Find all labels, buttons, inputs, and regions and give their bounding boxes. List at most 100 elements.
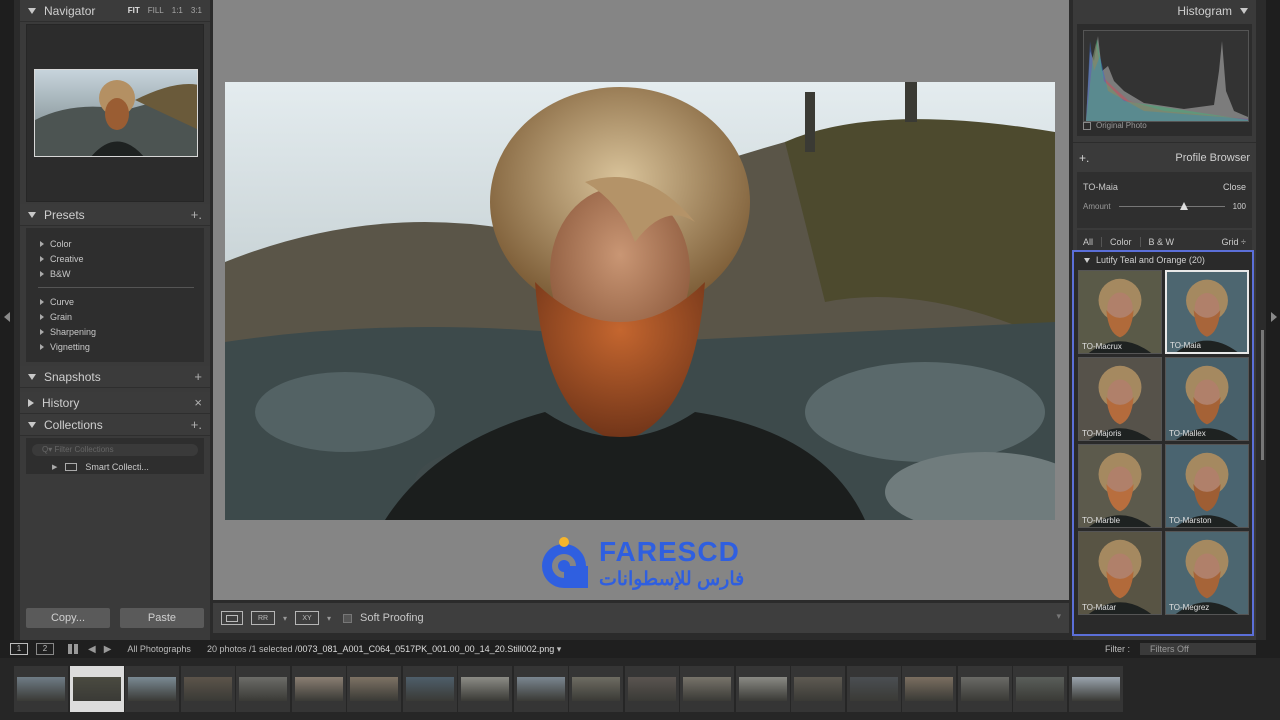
histogram[interactable]: Original Photo <box>1077 24 1252 136</box>
brand-arabic: فارس للإسطوانات <box>599 569 745 590</box>
add-preset-icon[interactable]: +. <box>191 207 202 222</box>
nav-arrows-icon[interactable]: ◀▶ <box>88 644 119 655</box>
profile-tile[interactable]: TO-Marble <box>1078 444 1162 528</box>
thumbnail-image <box>960 677 1009 701</box>
histogram-header[interactable]: Histogram <box>1073 0 1256 22</box>
zoom-fill[interactable]: FILL <box>148 6 164 15</box>
filter-dropdown[interactable]: Filters Off <box>1140 643 1256 655</box>
filmstrip-thumbnail[interactable] <box>902 666 956 712</box>
profile-row: TO-Maia Close <box>1083 178 1246 196</box>
profile-tile[interactable]: TO-Mallex <box>1165 357 1249 441</box>
history-header[interactable]: History × <box>20 392 210 414</box>
collections-box: Q▾ Filter Collections ▶ Smart Collecti..… <box>26 438 204 474</box>
filmstrip-thumbnail[interactable] <box>624 666 679 712</box>
right-panel-scrollbar[interactable] <box>1261 330 1264 460</box>
filmstrip-thumbnail[interactable] <box>957 666 1012 712</box>
presets-header[interactable]: Presets +. <box>20 204 210 226</box>
tab-all[interactable]: All <box>1083 237 1093 247</box>
preset-label: Creative <box>50 253 84 264</box>
profile-tile[interactable]: TO-Macrux <box>1078 270 1162 354</box>
add-collection-icon[interactable]: +. <box>191 417 202 432</box>
preset-label: Curve <box>50 296 75 307</box>
filmstrip-thumbnail[interactable] <box>458 666 512 712</box>
zoom-1-1[interactable]: 1:1 <box>172 6 183 15</box>
navigator-header[interactable]: Navigator FIT FILL 1:1 3:1 <box>20 0 210 22</box>
collections-header[interactable]: Collections +. <box>20 414 210 436</box>
dropdown-icon[interactable]: ▾ <box>327 614 331 623</box>
preset-folder-grain[interactable]: Grain <box>26 309 204 324</box>
zoom-fit[interactable]: FIT <box>128 6 140 15</box>
original-photo-toggle[interactable]: Original Photo <box>1083 121 1147 130</box>
navigator-preview[interactable] <box>26 24 204 202</box>
filmstrip-thumbnail[interactable] <box>291 666 346 712</box>
filmstrip-thumbnail[interactable] <box>1068 666 1123 712</box>
collapse-icon <box>28 373 36 380</box>
filmstrip-thumbnail[interactable] <box>125 666 179 712</box>
filter-label: Filter : <box>1104 644 1130 654</box>
filmstrip-thumbnail[interactable] <box>569 666 623 712</box>
before-after-icon[interactable]: RR <box>251 611 275 625</box>
profile-tile[interactable]: TO-Maia <box>1165 270 1249 354</box>
copy-button[interactable]: Copy... <box>26 608 110 628</box>
checkbox[interactable] <box>1083 121 1091 130</box>
preset-folder-bw[interactable]: B&W <box>26 266 204 281</box>
add-profile-icon[interactable]: +. <box>1079 151 1175 165</box>
tab-color[interactable]: Color <box>1110 237 1132 247</box>
smart-collection-item[interactable]: ▶ Smart Collecti... <box>32 462 198 472</box>
paste-button[interactable]: Paste <box>120 608 204 628</box>
preset-folder-creative[interactable]: Creative <box>26 251 204 266</box>
compare-icon[interactable]: XY <box>295 611 320 625</box>
filter-collections-input[interactable]: Q▾ Filter Collections <box>32 444 198 456</box>
filmstrip-thumbnail[interactable] <box>735 666 790 712</box>
view-mode-dropdown[interactable]: Grid ÷ <box>1222 237 1246 247</box>
filmstrip-thumbnail[interactable] <box>513 666 568 712</box>
image-canvas[interactable] <box>213 0 1069 600</box>
profile-tile[interactable]: TO-Marston <box>1165 444 1249 528</box>
zoom-3-1[interactable]: 3:1 <box>191 6 202 15</box>
add-snapshot-icon[interactable]: + <box>194 369 202 384</box>
clear-history-icon[interactable]: × <box>194 395 202 410</box>
navigator-thumbnail[interactable] <box>34 69 198 157</box>
filmstrip-thumbnail[interactable] <box>791 666 845 712</box>
profile-group-header[interactable]: Lutify Teal and Orange (20) <box>1074 252 1252 268</box>
profile-tile[interactable]: TO-Majoris <box>1078 357 1162 441</box>
profile-tile[interactable]: TO-Matar <box>1078 531 1162 615</box>
left-panel-toggle[interactable] <box>0 0 14 640</box>
divider <box>1101 237 1103 247</box>
main-screen-button[interactable]: 1 <box>10 643 28 655</box>
filmstrip-source[interactable]: All Photographs <box>127 644 191 654</box>
amount-slider[interactable] <box>1118 201 1225 210</box>
original-photo-label: Original Photo <box>1096 121 1147 130</box>
filmstrip-thumbnail[interactable] <box>236 666 290 712</box>
filmstrip-thumbnail[interactable] <box>347 666 401 712</box>
grid-view-icon[interactable] <box>68 644 78 654</box>
close-button[interactable]: Close <box>1223 182 1246 192</box>
slider-knob[interactable] <box>1180 201 1189 210</box>
expand-icon <box>40 255 44 262</box>
filmstrip-thumbnail[interactable] <box>680 666 734 712</box>
collapse-icon <box>28 7 36 14</box>
right-panel-toggle[interactable] <box>1266 0 1280 640</box>
profile-tile[interactable]: TO-Megrez <box>1165 531 1249 615</box>
filmstrip-filename: 0073_081_A001_C064_0517PK_001.00_00_14_2… <box>297 643 555 654</box>
snapshots-header[interactable]: Snapshots + <box>20 366 210 388</box>
main-photo[interactable] <box>225 82 1055 520</box>
filmstrip-thumbnail[interactable] <box>846 666 901 712</box>
preset-folder-sharpening[interactable]: Sharpening <box>26 324 204 339</box>
preset-label: Color <box>50 238 72 249</box>
brand-name: FARESCD <box>599 536 740 567</box>
preset-folder-vignetting[interactable]: Vignetting <box>26 339 204 354</box>
dropdown-icon[interactable]: ▾ <box>283 614 287 623</box>
filmstrip-thumbnail[interactable] <box>14 666 68 712</box>
filmstrip-thumbnail[interactable] <box>69 666 124 712</box>
preset-folder-curve[interactable]: Curve <box>26 294 204 309</box>
loupe-view-icon[interactable] <box>221 611 243 625</box>
preset-folder-color[interactable]: Color <box>26 236 204 251</box>
tab-bw[interactable]: B & W <box>1149 237 1175 247</box>
toolbar-menu-icon[interactable]: ▾ <box>1056 611 1061 622</box>
filmstrip-thumbnail[interactable] <box>402 666 457 712</box>
second-screen-button[interactable]: 2 <box>36 643 54 655</box>
filmstrip-thumbnail[interactable] <box>1013 666 1067 712</box>
soft-proofing-checkbox[interactable] <box>343 613 353 623</box>
filmstrip-thumbnail[interactable] <box>180 666 235 712</box>
